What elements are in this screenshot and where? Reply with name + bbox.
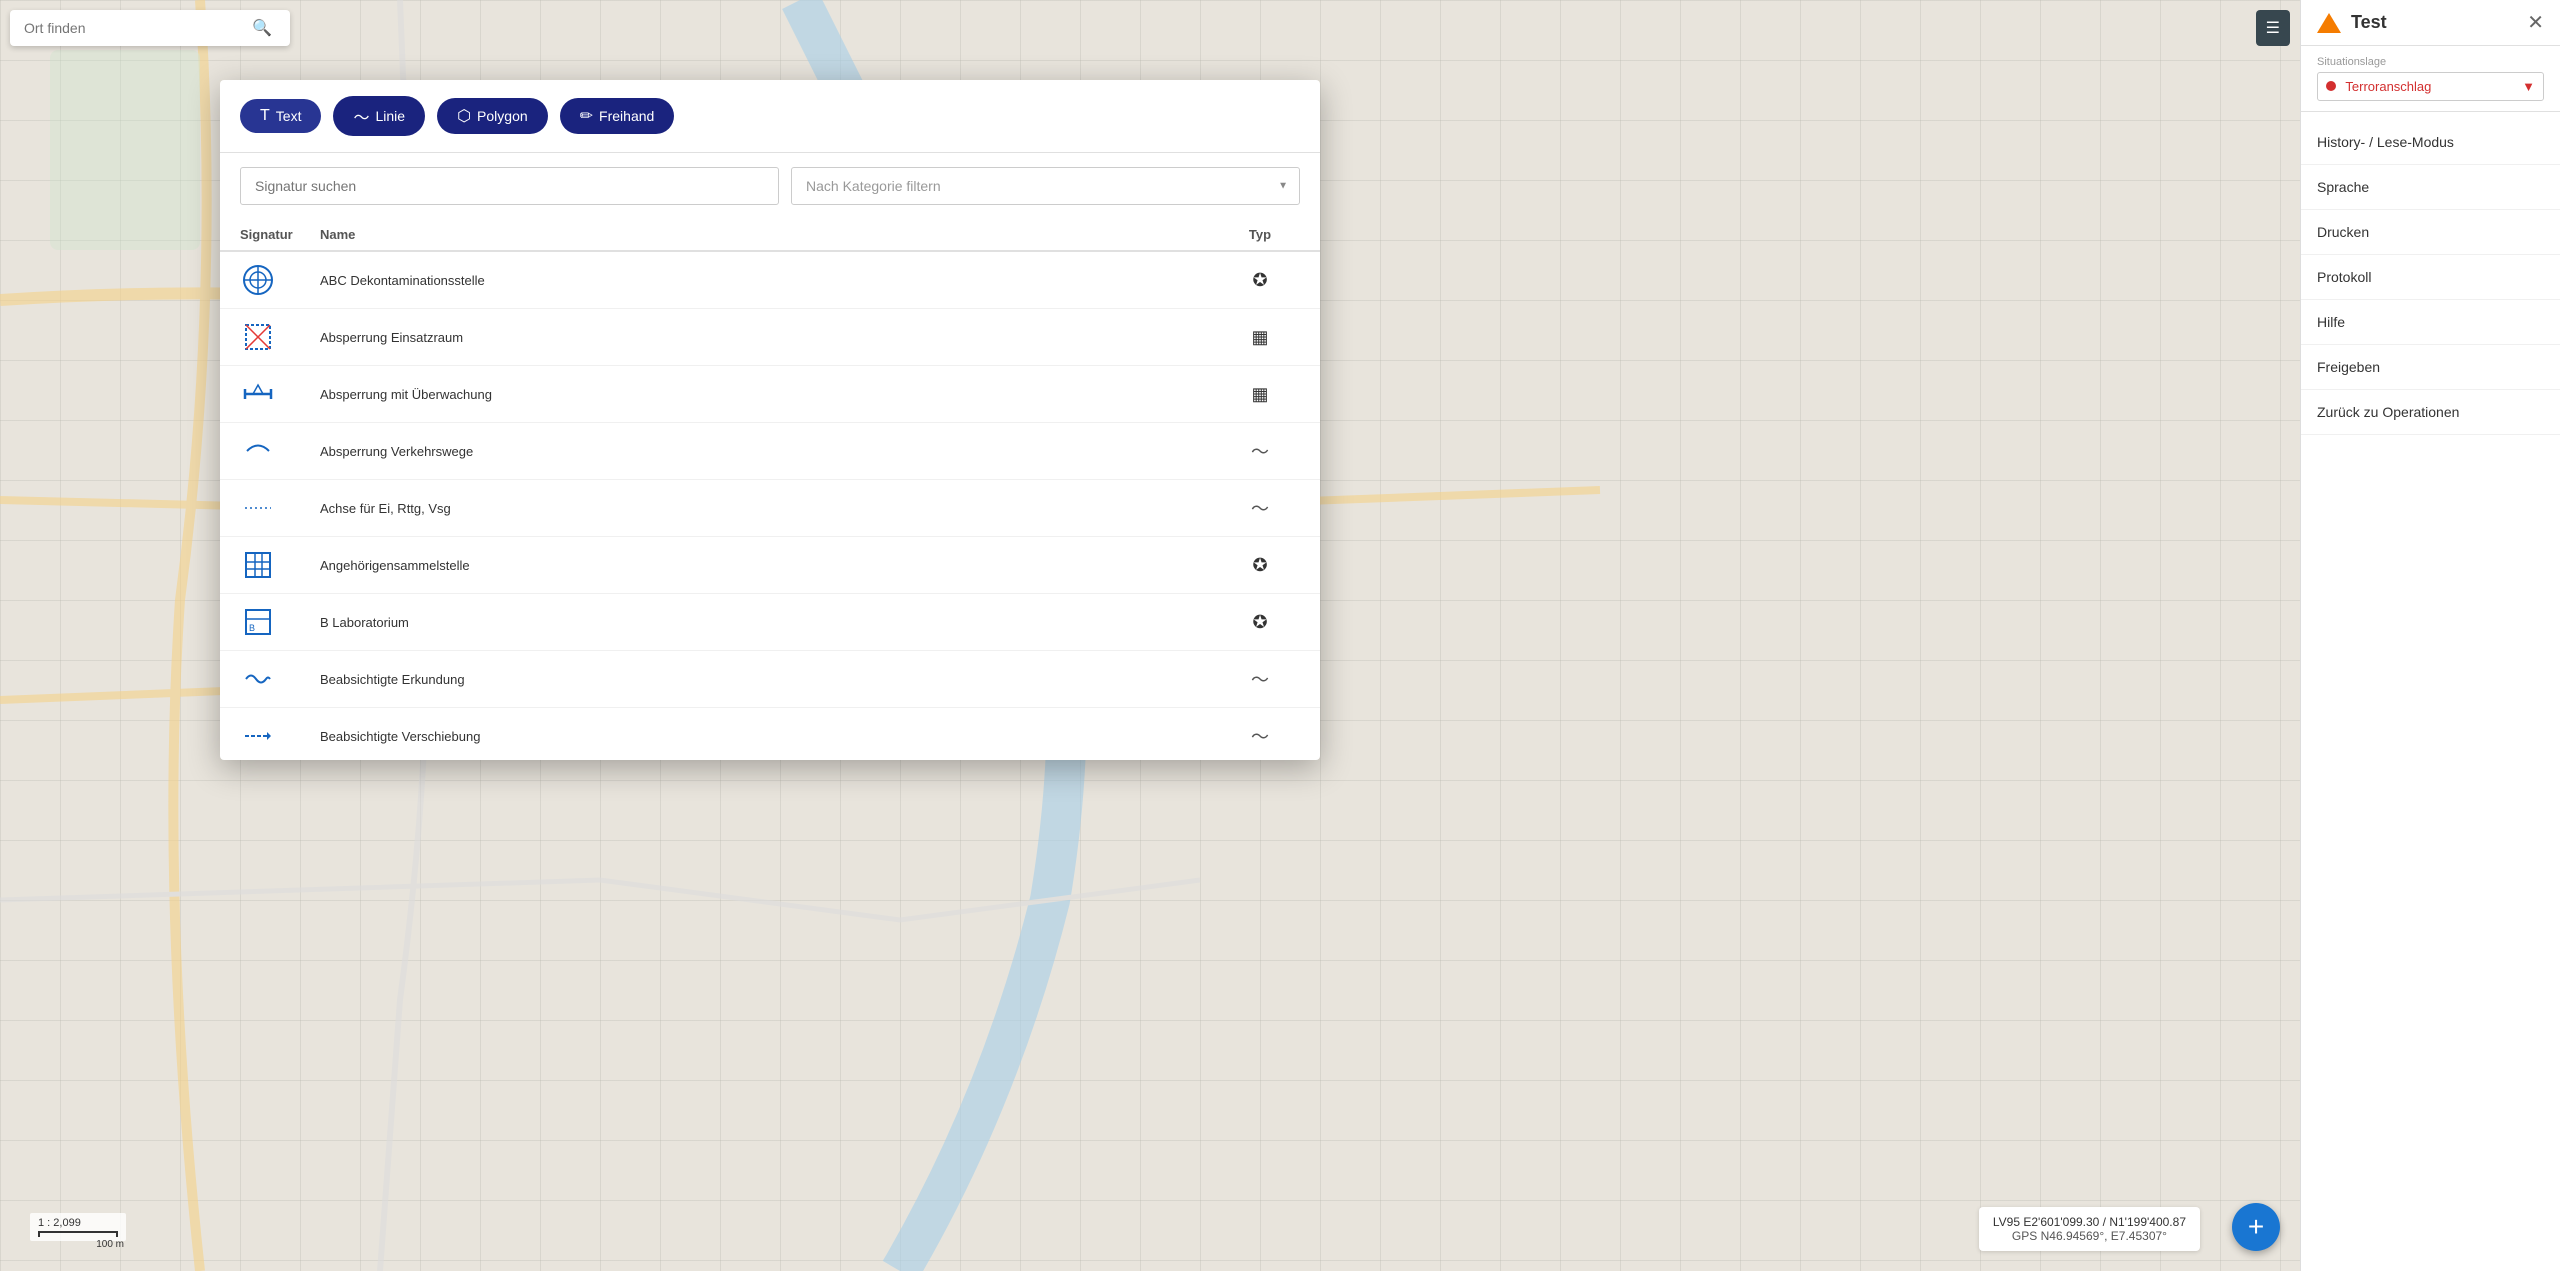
scale-bar: 1 : 2,099 100 m [30,1213,126,1241]
sig-icon-verschiebung [240,718,276,754]
sig-icon-abc [240,262,276,298]
tab-text[interactable]: T Text [240,99,321,133]
category-filter-wrapper: Nach Kategorie filtern [791,167,1300,205]
sig-icon-absperr-einsatz [240,319,276,355]
tab-polygon[interactable]: ⬡ Polygon [437,98,548,134]
sidebar-menu-item[interactable]: Hilfe [2301,300,2560,345]
sig-type-0: ✪ [1220,270,1300,291]
header-typ: Typ [1220,227,1300,242]
sidebar-menu: History- / Lese-ModusSpracheDruckenProto… [2301,112,2560,1271]
sig-type-3: 〜 [1220,438,1300,464]
sig-name-6: B Laboratorium [320,615,1220,630]
sidebar-close-button[interactable]: ✕ [2527,13,2544,33]
polygon-tab-label: Polygon [477,108,528,124]
sidebar-menu-item[interactable]: Sprache [2301,165,2560,210]
terroranschlag-dot-icon [2326,81,2336,91]
dropdown-chevron-icon: ▼ [2522,79,2535,94]
sig-name-7: Beabsichtigte Erkundung [320,672,1220,687]
table-row[interactable]: ABC Dekontaminationsstelle ✪ [220,252,1320,309]
situationslage-select[interactable]: Terroranschlag ▼ [2317,72,2544,101]
sig-name-5: Angehörigensammelstelle [320,558,1220,573]
linie-tab-icon: 〜 [353,104,369,128]
table-header: Signatur Name Typ [220,219,1320,252]
table-row[interactable]: Achse für Ei, Rttg, Vsg 〜 [220,480,1320,537]
situationslage-value: Terroranschlag [2345,79,2431,94]
sidebar-menu-item[interactable]: Zurück zu Operationen [2301,390,2560,435]
search-input[interactable] [24,20,244,36]
sig-name-8: Beabsichtigte Verschiebung [320,729,1220,744]
linie-tab-label: Linie [375,108,405,124]
text-tab-label: Text [276,108,302,124]
header-signatur: Signatur [240,227,320,242]
add-button[interactable]: + [2232,1203,2280,1251]
situationslage-label: Situationslage [2317,56,2544,68]
modal-table[interactable]: Signatur Name Typ ABC Dekontaminationsst… [220,219,1320,760]
sig-name-0: ABC Dekontaminationsstelle [320,273,1220,288]
sidebar-menu-item[interactable]: Drucken [2301,210,2560,255]
text-tab-icon: T [260,107,270,125]
table-row[interactable]: Beabsichtigte Verschiebung 〜 [220,708,1320,760]
table-row[interactable]: Beabsichtigte Erkundung 〜 [220,651,1320,708]
table-row[interactable]: Absperrung Verkehrswege 〜 [220,423,1320,480]
table-row[interactable]: Angehörigensammelstelle ✪ [220,537,1320,594]
sig-type-4: 〜 [1220,495,1300,521]
search-icon: 🔍 [252,18,272,38]
sig-icon-angehoerigen [240,547,276,583]
svg-text:B: B [249,623,255,633]
app-logo-icon [2317,13,2341,33]
table-row[interactable]: Absperrung mit Überwachung ▦ [220,366,1320,423]
sidebar-menu-item[interactable]: Protokoll [2301,255,2560,300]
freihand-tab-label: Freihand [599,108,654,124]
sig-type-7: 〜 [1220,666,1300,692]
sig-icon-absperr-verkehr [240,433,276,469]
sig-icon-achse [240,490,276,526]
modal-filters: Nach Kategorie filtern [220,153,1320,219]
signatur-search-input[interactable] [240,167,779,205]
sig-type-6: ✪ [1220,612,1300,633]
modal-toolbar: T Text 〜 Linie ⬡ Polygon ✏ Freihand [220,80,1320,153]
sig-type-5: ✪ [1220,555,1300,576]
sig-icon-erkundung [240,661,276,697]
table-row[interactable]: B B Laboratorium ✪ [220,594,1320,651]
hamburger-button[interactable]: ☰ [2256,10,2290,46]
category-filter-select[interactable]: Nach Kategorie filtern [791,167,1300,205]
sig-icon-b-labor: B [240,604,276,640]
sig-name-2: Absperrung mit Überwachung [320,387,1220,402]
right-sidebar: Test ✕ Situationslage Terroranschlag ▼ H… [2300,0,2560,1271]
coords-bar: LV95 E2'601'099.30 / N1'199'400.87 GPS N… [1979,1207,2200,1251]
search-bar[interactable]: 🔍 [10,10,290,46]
sig-type-2: ▦ [1220,384,1300,405]
header-name: Name [320,227,1220,242]
signature-modal: T Text 〜 Linie ⬡ Polygon ✏ Freihand Nach… [220,80,1320,760]
sidebar-title-area: Test [2317,12,2387,33]
sig-name-4: Achse für Ei, Rttg, Vsg [320,501,1220,516]
sig-type-8: 〜 [1220,723,1300,749]
polygon-tab-icon: ⬡ [457,106,471,126]
sig-icon-absperr-ueberwachung [240,376,276,412]
sig-type-1: ▦ [1220,327,1300,348]
freihand-tab-icon: ✏ [580,106,593,126]
situationslage-section: Situationslage Terroranschlag ▼ [2301,46,2560,112]
sidebar-menu-item[interactable]: Freigeben [2301,345,2560,390]
tab-linie[interactable]: 〜 Linie [333,96,425,136]
sidebar-header: Test ✕ [2301,0,2560,46]
sidebar-title: Test [2351,12,2387,33]
sig-name-3: Absperrung Verkehrswege [320,444,1220,459]
sig-name-1: Absperrung Einsatzraum [320,330,1220,345]
sidebar-menu-item[interactable]: History- / Lese-Modus [2301,120,2560,165]
tab-freihand[interactable]: ✏ Freihand [560,98,675,134]
table-row[interactable]: Absperrung Einsatzraum ▦ [220,309,1320,366]
